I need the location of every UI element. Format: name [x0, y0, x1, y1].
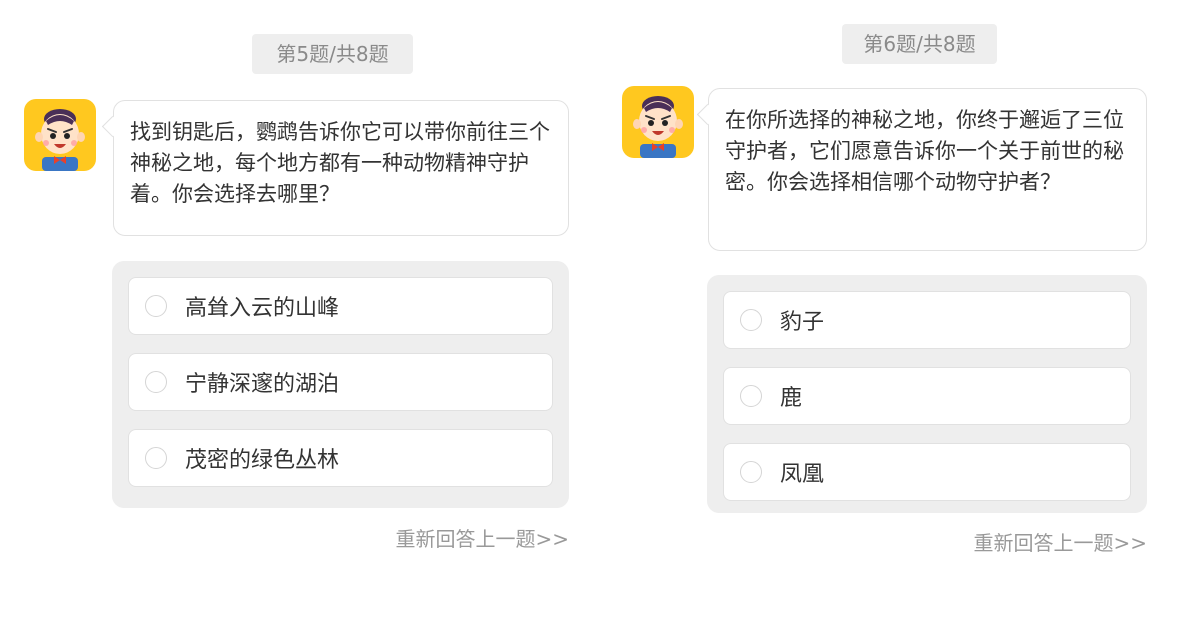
- radio-circle-icon[interactable]: [740, 385, 762, 407]
- radio-circle-icon[interactable]: [145, 371, 167, 393]
- radio-circle-icon[interactable]: [145, 295, 167, 317]
- question-bubble: 找到钥匙后，鹦鹉告诉你它可以带你前往三个神秘之地，每个地方都有一种动物精神守护着…: [113, 100, 569, 236]
- redo-previous-link[interactable]: 重新回答上一题>>: [395, 523, 569, 552]
- cartoon-boy-avatar-icon: [35, 109, 85, 171]
- avatar: [622, 86, 694, 158]
- options-group: 高耸入云的山峰 宁静深邃的湖泊 茂密的绿色丛林: [112, 261, 569, 508]
- question-counter: 第5题/共8题: [252, 34, 413, 74]
- radio-circle-icon[interactable]: [145, 447, 167, 469]
- option-2[interactable]: 鹿: [723, 367, 1131, 425]
- option-2[interactable]: 宁静深邃的湖泊: [128, 353, 553, 411]
- option-label: 鹿: [780, 386, 803, 411]
- option-1[interactable]: 豹子: [723, 291, 1131, 349]
- radio-circle-icon[interactable]: [740, 309, 762, 331]
- avatar: [24, 99, 96, 171]
- option-label: 凤凰: [780, 462, 825, 487]
- option-label: 豹子: [780, 310, 825, 335]
- option-3[interactable]: 茂密的绿色丛林: [128, 429, 553, 487]
- radio-circle-icon[interactable]: [740, 461, 762, 483]
- question-text: 在你所选择的神秘之地，你终于邂逅了三位守护者，它们愿意告诉你一个关于前世的秘密。…: [725, 108, 1124, 194]
- cartoon-boy-avatar-icon: [633, 96, 683, 158]
- option-label: 茂密的绿色丛林: [185, 448, 340, 473]
- option-label: 高耸入云的山峰: [185, 296, 340, 321]
- quiz-card-question-5: 第5题/共8题 找到钥匙后，鹦鹉告诉你它可以带你前往三个神秘之地，每个地方都有一…: [0, 0, 600, 628]
- redo-previous-link[interactable]: 重新回答上一题>>: [973, 527, 1147, 556]
- quiz-card-question-6: 第6题/共8题 在你所选择的神秘之地，你终于邂逅了三位守护者，它们愿意告诉你一个…: [600, 0, 1200, 628]
- option-3[interactable]: 凤凰: [723, 443, 1131, 501]
- option-label: 宁静深邃的湖泊: [185, 372, 340, 397]
- option-1[interactable]: 高耸入云的山峰: [128, 277, 553, 335]
- question-counter: 第6题/共8题: [842, 24, 997, 64]
- question-bubble: 在你所选择的神秘之地，你终于邂逅了三位守护者，它们愿意告诉你一个关于前世的秘密。…: [708, 88, 1147, 251]
- question-text: 找到钥匙后，鹦鹉告诉你它可以带你前往三个神秘之地，每个地方都有一种动物精神守护着…: [130, 120, 550, 206]
- options-group: 豹子 鹿 凤凰: [707, 275, 1147, 513]
